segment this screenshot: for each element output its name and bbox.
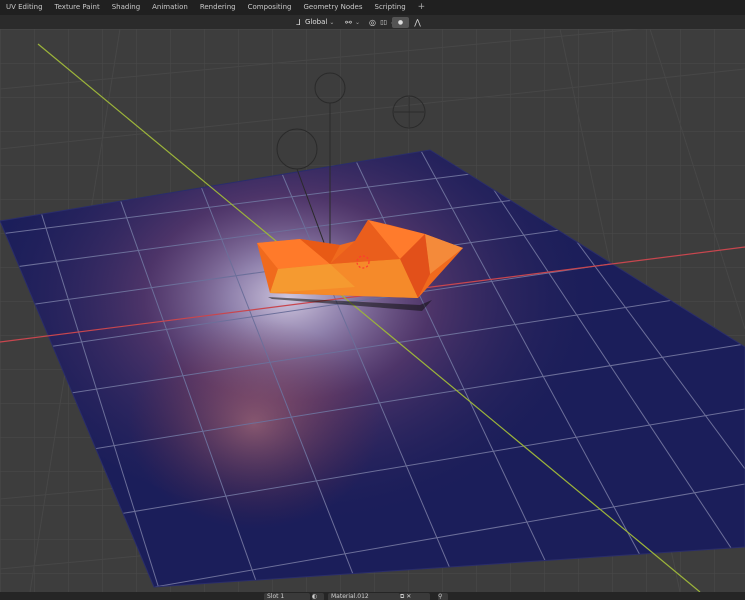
falloff-curve-icon: ⋀ [414, 17, 421, 27]
material-name-field[interactable]: Material.012 [328, 593, 400, 600]
tab-shading[interactable]: Shading [106, 0, 146, 15]
pin-icon[interactable]: ⚲ [438, 593, 448, 600]
tab-rendering[interactable]: Rendering [194, 0, 242, 15]
chevron-down-icon: ⌄ [355, 18, 361, 26]
tab-scripting[interactable]: Scripting [369, 0, 412, 15]
viewport-header: ⅃ Global ⌄ ⚯ ⌄ ◎ ▯▯ ⌄ ● ⋀ [0, 15, 745, 29]
slot-label: Slot 1 [267, 593, 285, 600]
viewport-canvas[interactable] [0, 29, 745, 592]
material-browse-icon[interactable]: ◐ [312, 593, 324, 600]
material-slot-dropdown[interactable]: Slot 1 [264, 593, 310, 600]
tab-uv-editing[interactable]: UV Editing [0, 0, 49, 15]
shader-editor-header: Slot 1 ◐ Material.012 ⧉ ✕ ⚲ [0, 592, 745, 600]
transform-orientation-dropdown[interactable]: ⅃ Global ⌄ [290, 17, 338, 28]
tab-geometry-nodes[interactable]: Geometry Nodes [297, 0, 368, 15]
proportional-edit-icon: ● [397, 18, 404, 26]
pivot-snap-group: ⚯ ⌄ ◎ ▯▯ ⌄ [340, 16, 399, 28]
material-actions[interactable]: ⧉ ✕ [400, 593, 430, 600]
falloff-dropdown[interactable]: ⋀ [409, 17, 426, 28]
material-label: Material.012 [331, 593, 369, 600]
tab-animation[interactable]: Animation [146, 0, 194, 15]
add-workspace-button[interactable]: + [412, 0, 432, 15]
chevron-down-icon: ⌄ [329, 18, 335, 26]
orientation-label: Global [305, 18, 328, 26]
tab-compositing[interactable]: Compositing [242, 0, 298, 15]
snap-target-icon: ▯▯ [380, 18, 387, 26]
tab-texture-paint[interactable]: Texture Paint [49, 0, 106, 15]
snap-icon: ◎ [369, 17, 377, 27]
3d-viewport[interactable] [0, 29, 745, 592]
workspace-tab-bar: UV Editing Texture Paint Shading Animati… [0, 0, 745, 15]
proportional-group: ● ⋀ [392, 16, 426, 28]
proportional-edit-toggle[interactable]: ● [392, 16, 409, 28]
pivot-point-dropdown[interactable]: ⚯ ⌄ [340, 17, 364, 28]
pivot-point-icon: ⚯ [345, 17, 352, 27]
orientation-axes-icon: ⅃ [296, 17, 301, 27]
transform-orientation-group: ⅃ Global ⌄ [290, 16, 338, 28]
